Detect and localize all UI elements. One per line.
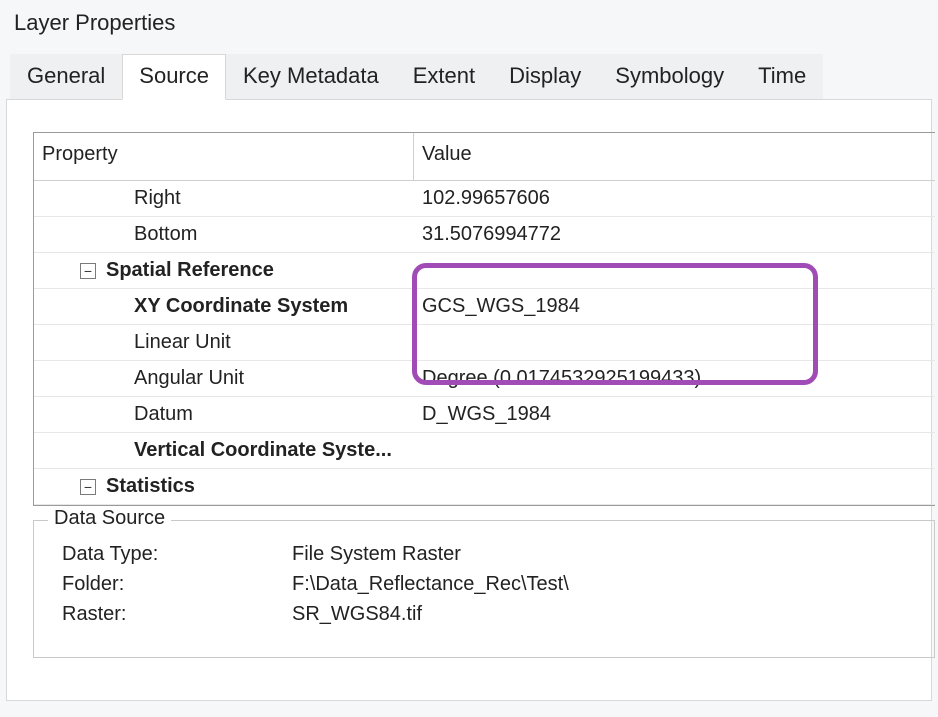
tab-time[interactable]: Time xyxy=(741,54,823,100)
prop-label: Vertical Coordinate Syste... xyxy=(34,435,414,466)
row-statistics[interactable]: − Statistics xyxy=(34,469,935,505)
prop-label: XY Coordinate System xyxy=(34,291,414,322)
prop-value: GCS_WGS_1984 xyxy=(414,291,935,322)
row-bottom[interactable]: Bottom 31.5076994772 xyxy=(34,217,935,253)
collapse-icon[interactable]: − xyxy=(80,263,96,279)
prop-value: 31.5076994772 xyxy=(414,219,935,250)
ds-label: Data Type: xyxy=(62,539,292,569)
data-source-row: Raster: SR_WGS84.tif xyxy=(62,599,914,629)
prop-label: Datum xyxy=(34,399,414,430)
prop-value xyxy=(414,483,935,491)
prop-label: Linear Unit xyxy=(34,327,414,358)
prop-value xyxy=(414,339,935,347)
prop-value xyxy=(414,447,935,455)
prop-value: 102.99657606 xyxy=(414,183,935,214)
ds-value: F:\Data_Reflectance_Rec\Test\ xyxy=(292,569,569,599)
tab-key-metadata[interactable]: Key Metadata xyxy=(226,54,396,100)
tab-extent[interactable]: Extent xyxy=(396,54,492,100)
column-header-property[interactable]: Property xyxy=(34,133,414,180)
prop-label: Angular Unit xyxy=(34,363,414,394)
data-source-row: Data Type: File System Raster xyxy=(62,539,914,569)
prop-value: Degree (0.0174532925199433) xyxy=(414,363,935,394)
ds-value: File System Raster xyxy=(292,539,461,569)
tab-symbology[interactable]: Symbology xyxy=(598,54,741,100)
row-spatial-reference[interactable]: − Spatial Reference xyxy=(34,253,935,289)
data-source-row: Folder: F:\Data_Reflectance_Rec\Test\ xyxy=(62,569,914,599)
tab-general[interactable]: General xyxy=(10,54,122,100)
tab-page-source: Property Value Right 102.99657606 Bottom… xyxy=(6,99,932,701)
row-linear-unit[interactable]: Linear Unit xyxy=(34,325,935,361)
row-angular-unit[interactable]: Angular Unit Degree (0.0174532925199433) xyxy=(34,361,935,397)
tab-source[interactable]: Source xyxy=(122,54,226,100)
ds-label: Raster: xyxy=(62,599,292,629)
prop-value xyxy=(414,267,935,275)
property-grid: Property Value Right 102.99657606 Bottom… xyxy=(33,132,935,506)
collapse-icon[interactable]: − xyxy=(80,479,96,495)
row-xy-coordinate-system[interactable]: XY Coordinate System GCS_WGS_1984 xyxy=(34,289,935,325)
tab-strip: General Source Key Metadata Extent Displ… xyxy=(0,54,938,100)
ds-value: SR_WGS84.tif xyxy=(292,599,422,629)
row-right[interactable]: Right 102.99657606 xyxy=(34,181,935,217)
column-header-value[interactable]: Value xyxy=(414,133,935,180)
tab-display[interactable]: Display xyxy=(492,54,598,100)
row-datum[interactable]: Datum D_WGS_1984 xyxy=(34,397,935,433)
prop-label: Bottom xyxy=(34,219,414,250)
window-title: Layer Properties xyxy=(0,0,938,54)
prop-label: Right xyxy=(34,183,414,214)
layer-properties-window: Layer Properties General Source Key Meta… xyxy=(0,0,938,717)
ds-label: Folder: xyxy=(62,569,292,599)
group-legend: Data Source xyxy=(48,507,171,530)
property-grid-header: Property Value xyxy=(34,133,935,181)
prop-label: Spatial Reference xyxy=(106,259,274,282)
prop-label: Statistics xyxy=(106,475,195,498)
prop-value: D_WGS_1984 xyxy=(414,399,935,430)
row-vertical-coordinate-system[interactable]: Vertical Coordinate Syste... xyxy=(34,433,935,469)
data-source-group: Data Source Data Type: File System Raste… xyxy=(33,520,935,658)
